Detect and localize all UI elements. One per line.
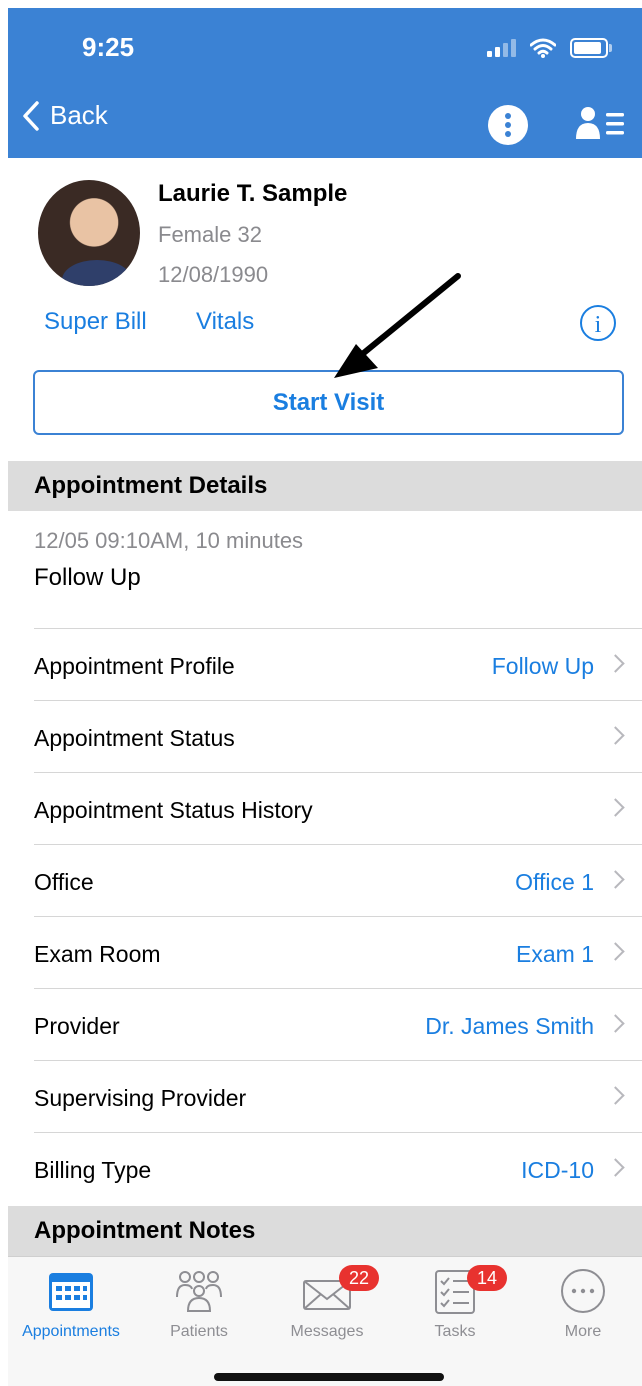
- row-office[interactable]: Office Office 1: [34, 844, 642, 916]
- messages-badge: 22: [339, 1265, 379, 1291]
- signal-icon: [487, 39, 516, 57]
- patient-gender-age: Female 32: [158, 222, 262, 247]
- chevron-right-icon: [606, 1086, 625, 1105]
- chevron-right-icon: [606, 798, 625, 817]
- tab-patients[interactable]: Patients: [136, 1267, 262, 1341]
- row-billing-type[interactable]: Billing Type ICD-10: [34, 1132, 642, 1204]
- chevron-right-icon: [606, 942, 625, 961]
- row-label: Appointment Status History: [34, 797, 313, 823]
- patient-name: Laurie T. Sample: [158, 180, 348, 207]
- tab-tasks[interactable]: 14 Tasks: [392, 1265, 518, 1341]
- row-supervising-provider[interactable]: Supervising Provider: [34, 1060, 642, 1132]
- vitals-link[interactable]: Vitals: [196, 308, 254, 336]
- tab-bar: Appointments Patients 22 Messages 14 Tas…: [8, 1256, 642, 1386]
- row-exam-room[interactable]: Exam Room Exam 1: [34, 916, 642, 988]
- more-icon: [557, 1267, 609, 1315]
- row-value: Office 1: [515, 869, 594, 895]
- appointment-notes-header: Appointment Notes: [8, 1206, 642, 1256]
- more-options-button[interactable]: [488, 105, 528, 145]
- appointment-type: Follow Up: [34, 564, 141, 591]
- app-header: 9:25 Back: [8, 8, 642, 158]
- tab-label: More: [564, 1323, 602, 1340]
- row-label: Billing Type: [34, 1157, 152, 1183]
- status-time: 9:25: [82, 32, 135, 62]
- row-label: Supervising Provider: [34, 1085, 247, 1111]
- patient-menu-icon[interactable]: [576, 105, 626, 141]
- tab-label: Appointments: [22, 1323, 120, 1340]
- kebab-dot-icon: [505, 113, 511, 119]
- people-icon: [173, 1267, 225, 1315]
- info-icon[interactable]: i: [580, 305, 616, 341]
- tasks-badge: 14: [467, 1265, 507, 1291]
- row-value: Dr. James Smith: [425, 1013, 594, 1039]
- home-indicator: [214, 1373, 444, 1381]
- row-appointment-status[interactable]: Appointment Status: [34, 700, 642, 772]
- kebab-dot-icon: [505, 122, 511, 128]
- row-label: Appointment Profile: [34, 653, 235, 679]
- chevron-right-icon: [606, 726, 625, 745]
- row-label: Office: [34, 869, 94, 895]
- back-label: Back: [50, 100, 108, 130]
- kebab-dot-icon: [505, 131, 511, 137]
- checklist-icon: 14: [429, 1265, 507, 1315]
- calendar-icon: [45, 1267, 97, 1315]
- appointment-details-header: Appointment Details: [8, 461, 642, 511]
- chevron-left-icon: [23, 100, 39, 131]
- row-label: Appointment Status: [34, 725, 235, 751]
- chevron-right-icon: [606, 1158, 625, 1177]
- chevron-right-icon: [606, 1014, 625, 1033]
- wifi-icon: [530, 38, 556, 58]
- row-label: Exam Room: [34, 941, 161, 967]
- patient-dob: 12/08/1990: [158, 262, 269, 287]
- appointment-datetime: 12/05 09:10AM, 10 minutes: [34, 528, 304, 553]
- row-label: Provider: [34, 1013, 120, 1039]
- row-provider[interactable]: Provider Dr. James Smith: [34, 988, 642, 1060]
- back-button[interactable]: Back: [22, 100, 108, 131]
- tab-messages[interactable]: 22 Messages: [264, 1265, 390, 1341]
- tab-label: Patients: [170, 1323, 228, 1340]
- tab-appointments[interactable]: Appointments: [8, 1267, 134, 1341]
- chevron-right-icon: [606, 654, 625, 673]
- super-bill-link[interactable]: Super Bill: [44, 308, 147, 336]
- arrow-annotation-icon: [334, 273, 461, 378]
- battery-icon: [570, 38, 612, 58]
- tab-more[interactable]: More: [520, 1267, 642, 1341]
- status-icons: [487, 38, 612, 58]
- row-value: Follow Up: [491, 653, 594, 679]
- row-appointment-status-history[interactable]: Appointment Status History: [34, 772, 642, 844]
- chevron-right-icon: [606, 870, 625, 889]
- envelope-icon: 22: [301, 1265, 379, 1315]
- row-appointment-profile[interactable]: Appointment Profile Follow Up: [34, 628, 642, 700]
- tab-label: Messages: [290, 1323, 364, 1340]
- row-value: ICD-10: [521, 1157, 594, 1183]
- tab-label: Tasks: [434, 1323, 476, 1340]
- row-value: Exam 1: [516, 941, 594, 967]
- patient-avatar: [38, 180, 140, 286]
